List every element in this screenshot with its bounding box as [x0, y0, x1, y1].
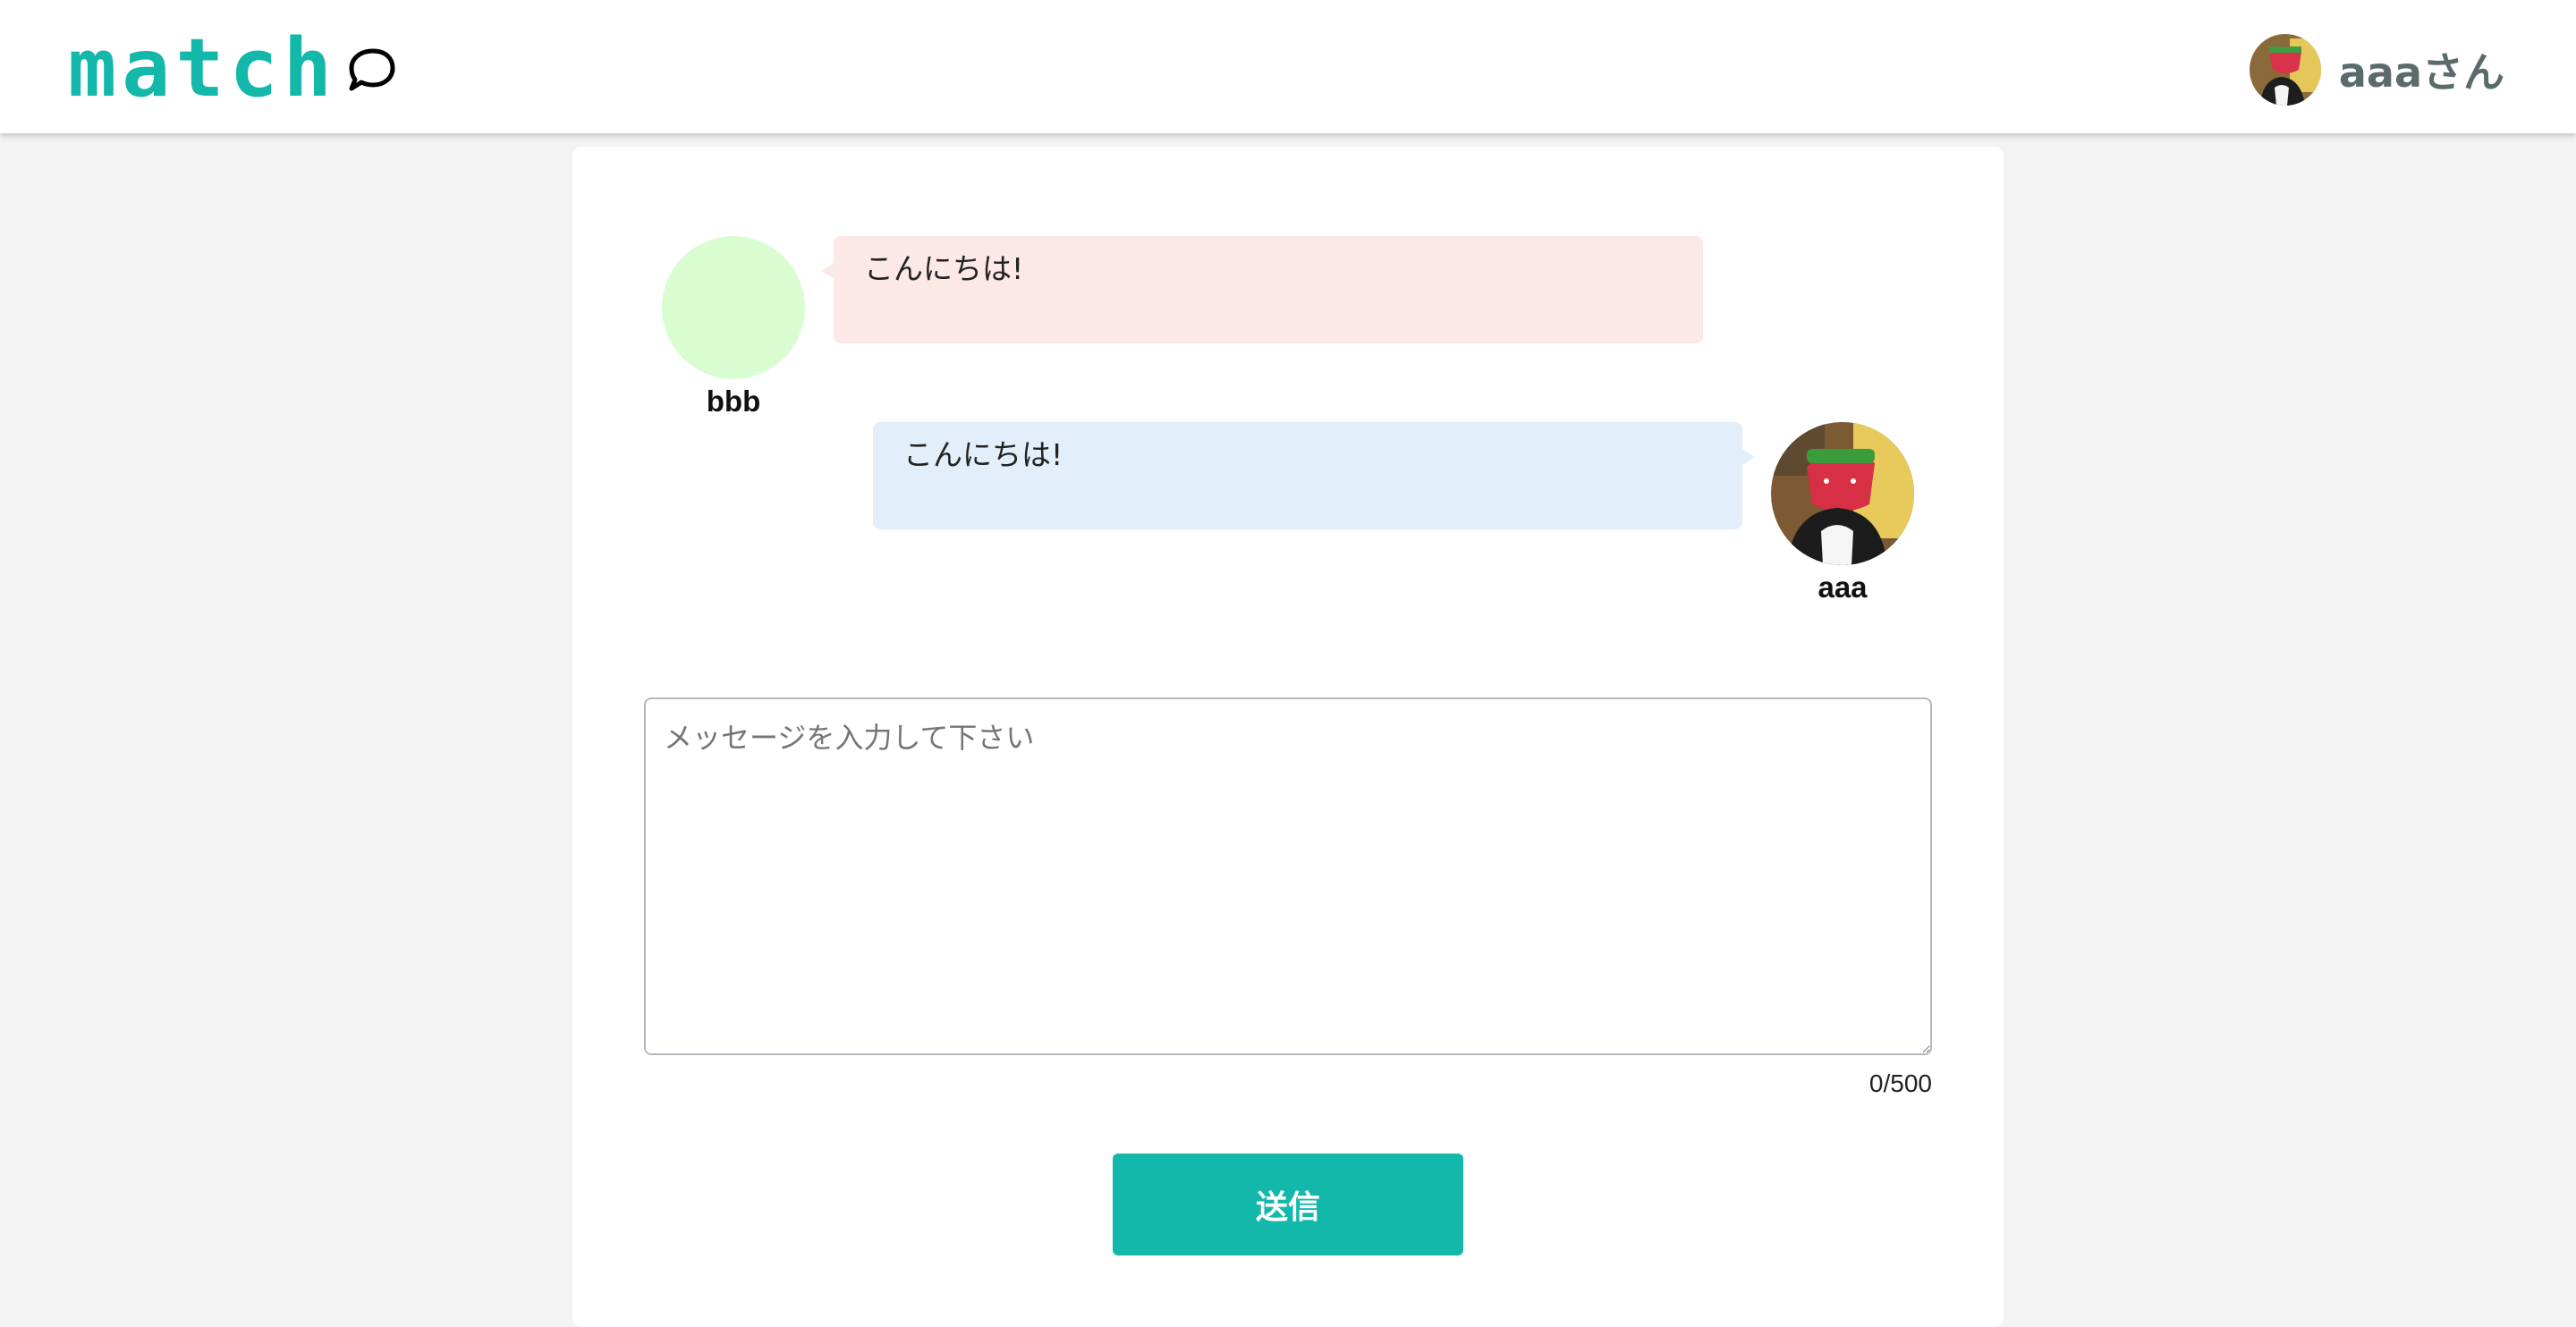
avatar[interactable]	[662, 236, 805, 379]
send-button[interactable]: 送信	[1113, 1154, 1463, 1255]
user-avatar[interactable]	[2249, 34, 2321, 106]
message-sender: bbb	[662, 236, 805, 418]
sender-name: aaa	[1818, 571, 1868, 604]
message-input[interactable]	[644, 697, 1932, 1055]
app-header: match aaaさん	[0, 0, 2576, 133]
message-bubble: こんにちは!	[873, 422, 1755, 529]
character-counter: 0/500	[1868, 1069, 1932, 1097]
logo[interactable]: match	[68, 20, 396, 118]
user-name: aaaさん	[2338, 48, 2504, 97]
message-text: こんにちは!	[864, 251, 1024, 286]
message-text: こんにちは!	[903, 437, 1063, 472]
message-sender: aaa	[1771, 422, 1914, 604]
user-menu[interactable]: aaaさん	[2249, 34, 2504, 106]
logo-text: match	[68, 21, 337, 115]
message-bubble: こんにちは!	[821, 236, 1703, 343]
avatar[interactable]	[1771, 422, 1914, 565]
speech-bubble-icon	[349, 48, 395, 91]
sender-name: bbb	[706, 385, 761, 418]
